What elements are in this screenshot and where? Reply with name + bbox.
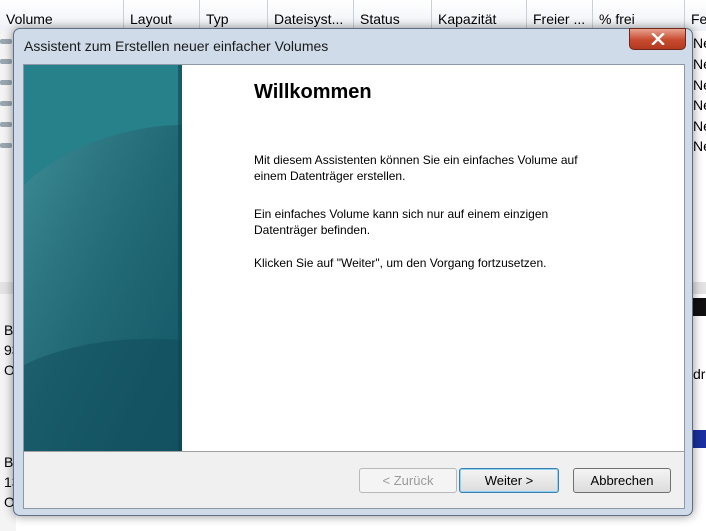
column-prozent-frei[interactable]: % frei bbox=[593, 0, 685, 31]
column-freier-speicher[interactable]: Freier ... bbox=[527, 0, 593, 31]
volume-row-icon bbox=[0, 39, 12, 44]
wizard-side-graphic bbox=[24, 65, 182, 451]
instruction-text: Klicken Sie auf "Weiter", um den Vorgang… bbox=[254, 256, 547, 270]
cancel-button[interactable]: Abbrechen bbox=[573, 468, 671, 493]
column-typ[interactable]: Typ bbox=[200, 0, 268, 31]
wizard-graphic-image bbox=[24, 65, 182, 451]
row-fault-tolerance: Ne bbox=[693, 77, 706, 93]
info-text: Ein einfaches Volume kann sich nur auf e… bbox=[254, 207, 549, 237]
row-fault-tolerance: Ne bbox=[693, 56, 706, 72]
row-fault-tolerance: Ne bbox=[693, 97, 706, 113]
close-icon bbox=[650, 33, 665, 45]
column-dateisystem[interactable]: Dateisyst... bbox=[268, 0, 354, 31]
column-fehlertoleranz[interactable]: Fe bbox=[685, 0, 706, 31]
column-status[interactable]: Status bbox=[354, 0, 432, 31]
column-volume[interactable]: Volume bbox=[0, 0, 124, 31]
dialog-title: Assistent zum Erstellen neuer einfacher … bbox=[24, 38, 329, 54]
close-button[interactable] bbox=[629, 28, 686, 50]
volume-row-icon bbox=[0, 122, 12, 127]
volume-row-icon bbox=[0, 143, 12, 148]
button-area-divider bbox=[24, 451, 684, 452]
volume-row-icon bbox=[0, 59, 12, 64]
column-kapazitaet[interactable]: Kapazität bbox=[432, 0, 527, 31]
row-fault-tolerance: Ne bbox=[693, 138, 706, 154]
wizard-content: Willkommen Mit diesem Assistenten können… bbox=[182, 65, 684, 451]
volume-row-icon bbox=[0, 101, 12, 106]
next-button[interactable]: Weiter > bbox=[459, 468, 559, 493]
intro-text: Mit diesem Assistenten können Sie ein ei… bbox=[254, 153, 578, 183]
row-fault-tolerance: Ne bbox=[693, 118, 706, 134]
volume-row-icon bbox=[0, 80, 12, 85]
new-simple-volume-wizard: Assistent zum Erstellen neuer einfacher … bbox=[13, 28, 693, 516]
dialog-client-area: Willkommen Mit diesem Assistenten können… bbox=[23, 64, 685, 509]
back-button[interactable]: < Zurück bbox=[359, 468, 457, 493]
disk-partition-label: dr bbox=[693, 366, 706, 382]
page-heading: Willkommen bbox=[254, 81, 372, 103]
row-fault-tolerance: Ne bbox=[693, 35, 706, 51]
column-layout[interactable]: Layout bbox=[124, 0, 200, 31]
